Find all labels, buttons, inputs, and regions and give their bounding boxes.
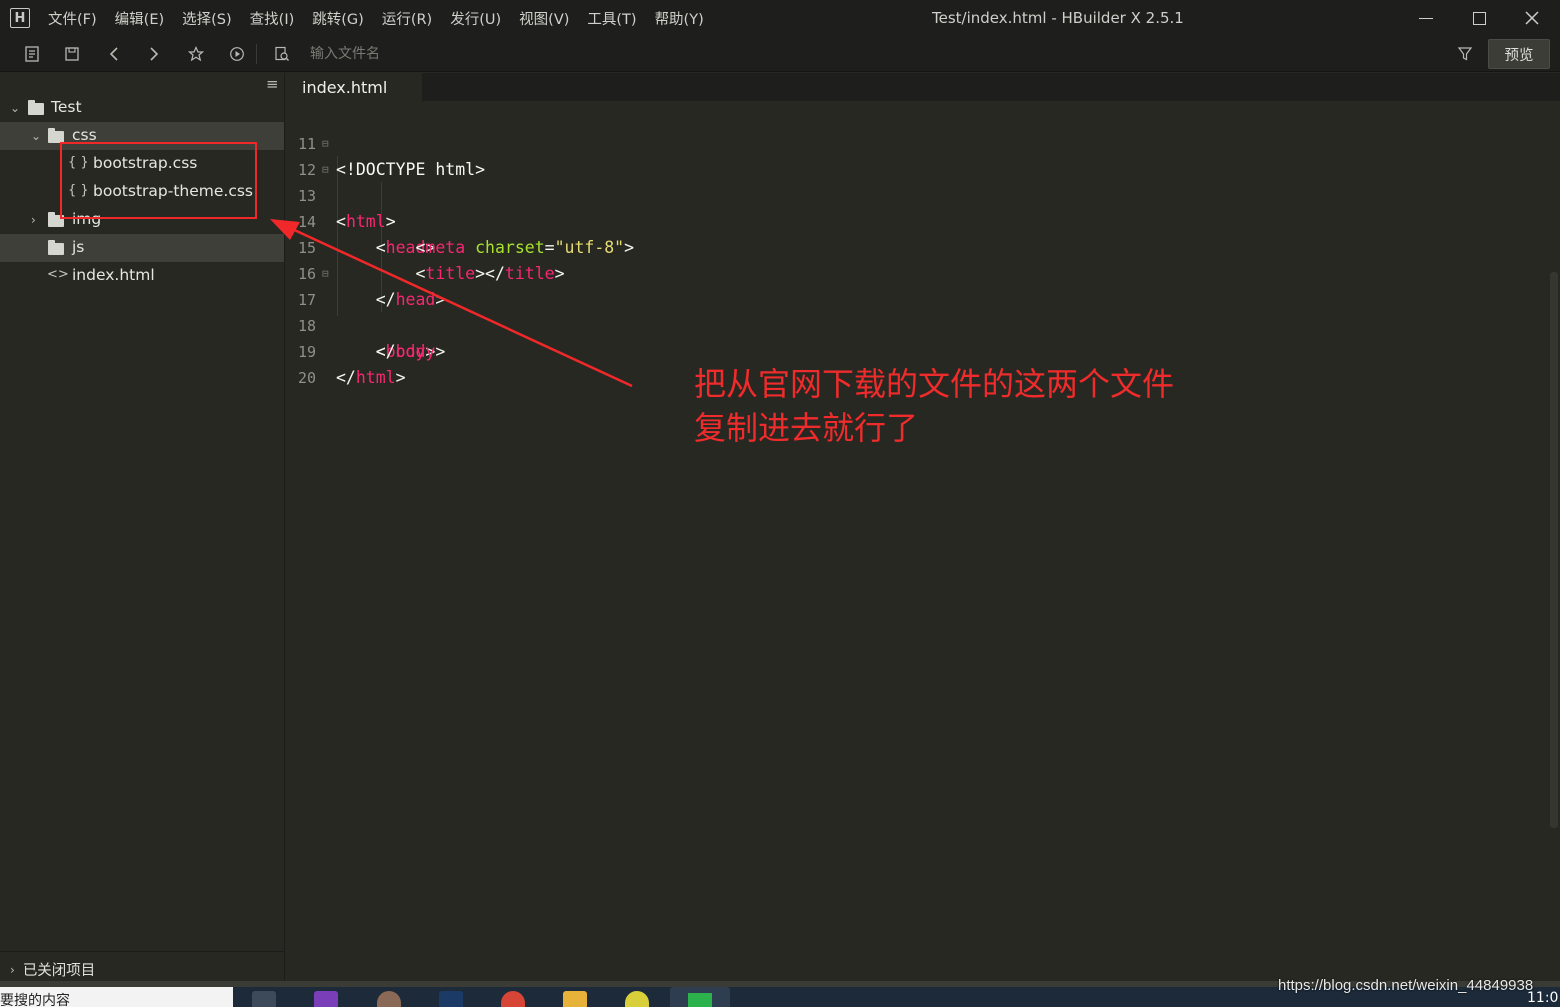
watermark: https://blog.csdn.net/weixin_44849938: [1278, 977, 1534, 994]
taskbar-search[interactable]: 要搜的内容: [0, 987, 233, 1007]
annotation-line-2: 复制进去就行了: [694, 409, 919, 447]
annotation-line-1: 把从官网下载的文件的这两个文件: [694, 365, 1175, 403]
visual-studio-icon[interactable]: [314, 991, 338, 1007]
annotation-arrow-icon: [270, 219, 633, 388]
chrome-icon[interactable]: [501, 991, 525, 1007]
hbuilder-task-button[interactable]: [670, 987, 730, 1007]
file-explorer-icon[interactable]: [563, 991, 587, 1007]
avatar-app-icon[interactable]: [377, 991, 401, 1007]
hbuilder-icon: [688, 993, 712, 1007]
browser-icon[interactable]: [625, 991, 649, 1007]
photoshop-icon[interactable]: [439, 991, 463, 1007]
task-view-icon[interactable]: [252, 991, 276, 1007]
annotation-text: 把从官网下载的文件的这两个文件 复制进去就行了: [694, 362, 1214, 450]
